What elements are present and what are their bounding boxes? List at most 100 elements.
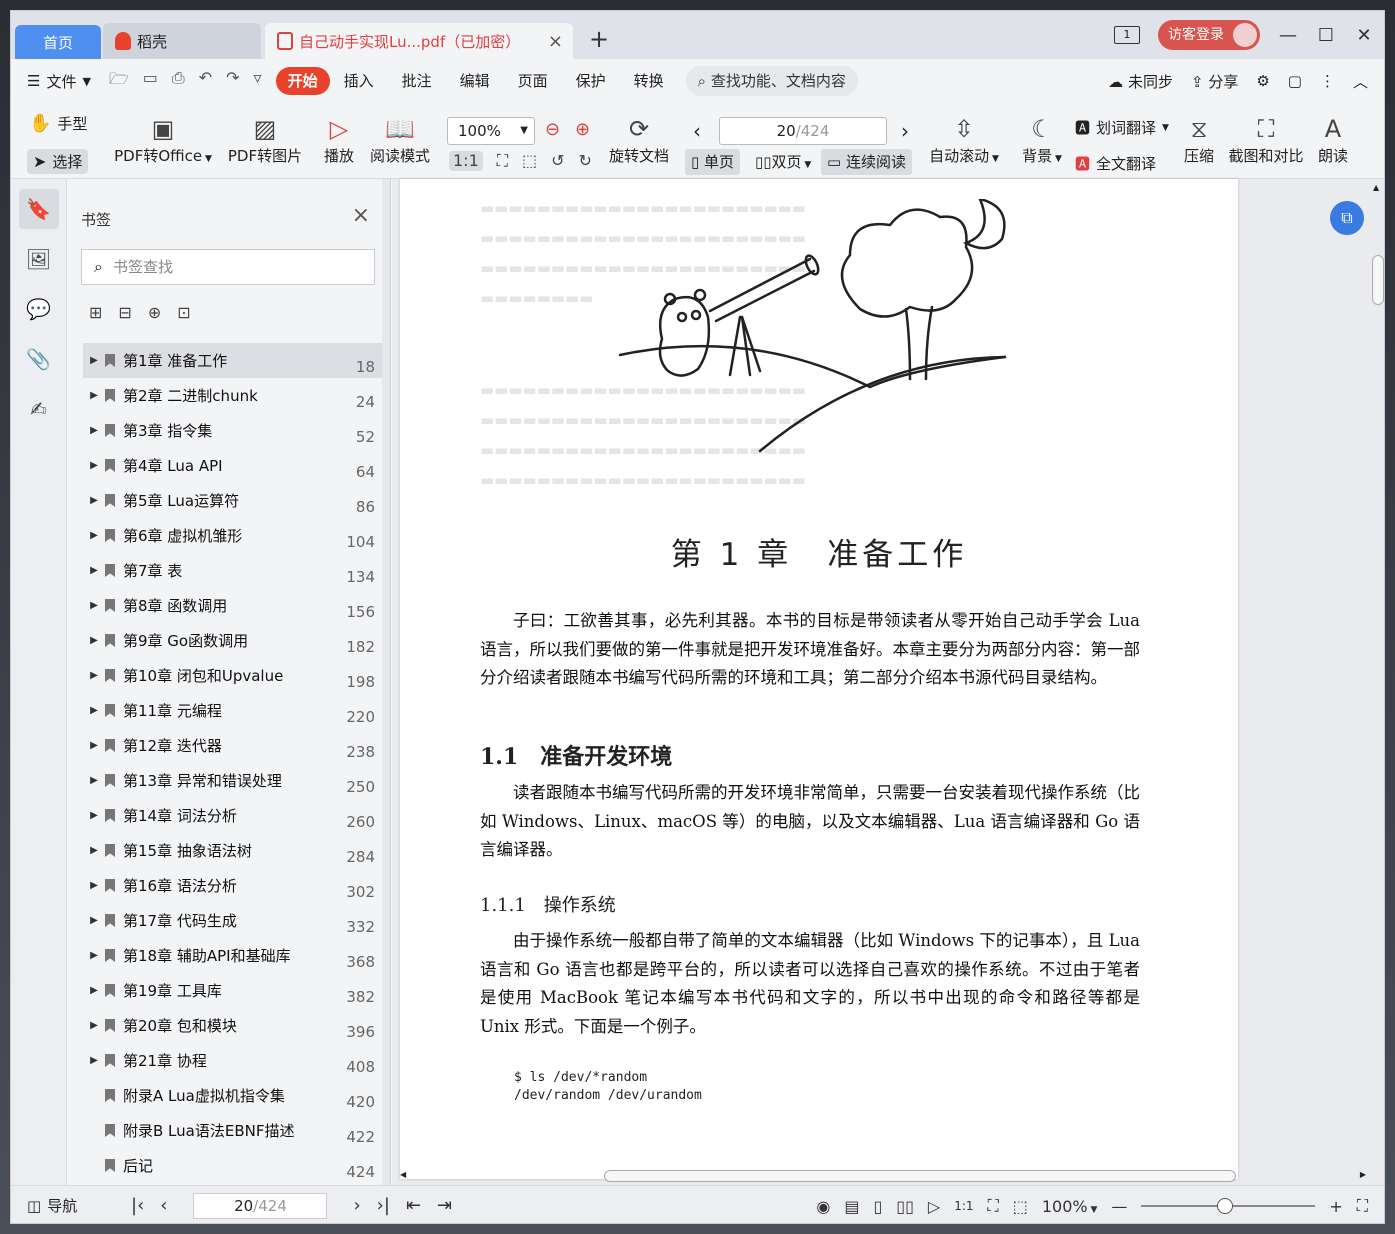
prev-page-icon[interactable]: ‹ (693, 119, 701, 143)
zoom-slider-knob[interactable] (1217, 1198, 1234, 1214)
last-page-icon[interactable]: ›| (377, 1195, 390, 1216)
bookmark-item[interactable]: ▶ 第10章 闭包和Upvalue 198 (83, 658, 383, 693)
expand-arrow-icon[interactable]: ▶ (87, 845, 101, 856)
continuous-view-icon[interactable]: ▤ (844, 1197, 859, 1216)
comment-icon[interactable]: ▢ (1288, 72, 1302, 90)
rotate-left-icon[interactable]: ↺ (551, 151, 564, 171)
sync-status[interactable]: ☁ 未同步 (1108, 71, 1173, 92)
expand-arrow-icon[interactable]: ▶ (87, 740, 101, 751)
bookmark-item[interactable]: 后记 424 (83, 1148, 383, 1183)
more-icon[interactable]: ⋮ (1320, 72, 1335, 90)
zoom-select[interactable]: 100% ▼ (447, 117, 535, 145)
bookmark-item[interactable]: ▶ 第13章 异常和错误处理 250 (83, 763, 383, 798)
bookmark-item[interactable]: 附录B Lua语法EBNF描述 422 (83, 1113, 383, 1148)
expand-arrow-icon[interactable]: ▶ (87, 460, 101, 471)
expand-all-icon[interactable]: ⊞ (89, 303, 102, 322)
single-page-button[interactable]: ▯ 单页 (685, 149, 741, 175)
read-aloud-button[interactable]: A 朗读 (1313, 113, 1353, 166)
settings-icon[interactable]: ⚙ (1256, 72, 1269, 90)
expand-arrow-icon[interactable]: ▶ (87, 670, 101, 681)
save-icon[interactable]: ▭ (143, 68, 158, 95)
expand-arrow-icon[interactable]: ▶ (87, 1055, 101, 1066)
bookmark-item[interactable]: ▶ 第19章 工具库 382 (83, 973, 383, 1008)
comment-panel-icon[interactable]: 💬 (19, 289, 59, 329)
expand-arrow-icon[interactable]: ▶ (87, 495, 101, 506)
full-translate-button[interactable]: 🅰 全文翻译 (1075, 153, 1156, 174)
auto-scroll-button[interactable]: ⇳ 自动滚动 ▼ (927, 113, 1001, 166)
expand-arrow-icon[interactable]: ▶ (87, 565, 101, 576)
redo-icon[interactable]: ↷ (226, 68, 239, 95)
next-page-icon[interactable]: › (901, 119, 909, 143)
bookmark-item[interactable]: ▶ 第20章 包和模块 396 (83, 1008, 383, 1043)
pdf-to-office-button[interactable]: ▣ PDF转Office ▼ (113, 113, 213, 166)
close-window-button[interactable]: ✕ (1354, 25, 1374, 46)
menu-page[interactable]: 页面 (504, 67, 562, 95)
scroll-right-icon[interactable]: ▶ (1360, 1170, 1366, 1179)
prev-page-icon[interactable]: ‹ (160, 1195, 167, 1216)
screenshot-compare-button[interactable]: ⛶ 截图和对比 (1225, 113, 1307, 166)
bookmark-item[interactable]: ▶ 第21章 协程 408 (83, 1043, 383, 1078)
tab-home[interactable]: 首页 (15, 25, 101, 59)
bookmark-item[interactable]: ▶ 第5章 Lua运算符 86 (83, 483, 383, 518)
fit-page-icon[interactable]: ⛶ (497, 151, 508, 171)
menu-protect[interactable]: 保护 (562, 67, 620, 95)
tab-document[interactable]: 自己动手实现Lu...pdf（已加密） × (265, 23, 573, 59)
play-icon[interactable]: ▷ (928, 1197, 940, 1216)
expand-arrow-icon[interactable]: ▶ (87, 880, 101, 891)
menu-insert[interactable]: 插入 (330, 67, 388, 95)
bookmark-item[interactable]: ▶ 第14章 词法分析 260 (83, 798, 383, 833)
maximize-button[interactable]: ☐ (1316, 25, 1336, 46)
tab-close-icon[interactable]: × (548, 31, 563, 52)
share-button[interactable]: ⇪ 分享 (1191, 71, 1238, 92)
horizontal-scroll-thumb[interactable] (604, 1170, 1236, 1182)
expand-arrow-icon[interactable]: ▶ (87, 775, 101, 786)
select-tool[interactable]: ➤ 选择 (27, 149, 89, 174)
status-zoom-select[interactable]: 100% ▼ (1042, 1197, 1098, 1216)
attachment-panel-icon[interactable]: 📎 (19, 339, 59, 379)
new-tab-button[interactable]: + (589, 25, 609, 53)
single-view-icon[interactable]: ▯ (873, 1197, 882, 1216)
actual-size-icon[interactable]: 1:1 (449, 151, 483, 171)
fit-width-icon[interactable]: ⬚ (522, 151, 537, 171)
play-button[interactable]: ▷ 播放 (317, 113, 361, 166)
bookmark-item[interactable]: ▶ 第1章 准备工作 18 (83, 343, 383, 378)
minimize-button[interactable]: — (1278, 25, 1298, 46)
next-page-icon[interactable]: › (353, 1195, 360, 1216)
undo-icon[interactable]: ↶ (199, 68, 212, 95)
zoom-in-icon[interactable]: + (1329, 1197, 1342, 1216)
bookmark-icon[interactable]: ⊡ (177, 303, 190, 322)
rotate-right-icon[interactable]: ↻ (578, 151, 591, 171)
more-quick-icon[interactable]: ▿ (254, 68, 262, 95)
print-icon[interactable]: ⎙ (172, 68, 185, 95)
bookmark-item[interactable]: ▶ 第3章 指令集 52 (83, 413, 383, 448)
expand-arrow-icon[interactable]: ▶ (87, 530, 101, 541)
menu-edit[interactable]: 编辑 (446, 67, 504, 95)
scroll-up-icon[interactable]: ▲ (1373, 183, 1379, 192)
double-page-button[interactable]: ▯▯双页 ▼ (749, 149, 817, 175)
bookmark-item[interactable]: ▶ 第17章 代码生成 332 (83, 903, 383, 938)
bookmark-item[interactable]: ▶ 第2章 二进制chunk 24 (83, 378, 383, 413)
thumbnail-panel-icon[interactable]: 🖼 (19, 239, 59, 279)
tab-daoke[interactable]: 稻壳 (103, 23, 261, 59)
fit-page-icon[interactable]: ⛶ (988, 1196, 999, 1216)
bookmark-item[interactable]: ▶ 第15章 抽象语法树 284 (83, 833, 383, 868)
bookmark-panel-icon[interactable]: 🔖 (18, 189, 59, 229)
panel-scrollbar[interactable] (382, 179, 390, 1185)
navigation-toggle[interactable]: ◫ 导航 (11, 1195, 121, 1216)
floating-tool-icon[interactable]: ⧉ (1330, 201, 1364, 235)
bookmark-item[interactable]: ▶ 第9章 Go函数调用 182 (83, 623, 383, 658)
first-page-icon[interactable]: |‹ (131, 1195, 144, 1216)
bookmark-item[interactable]: ▶ 第7章 表 134 (83, 553, 383, 588)
page-number-input[interactable]: 20/424 (719, 117, 887, 145)
bookmark-item[interactable]: 附录A Lua虚拟机指令集 420 (83, 1078, 383, 1113)
fullscreen-icon[interactable]: ⛶ (1357, 1196, 1368, 1216)
word-translate-button[interactable]: 🅰 划词翻译 ▼ (1075, 117, 1169, 138)
bookmark-item[interactable]: ▶ 第18章 辅助API和基础库 368 (83, 938, 383, 973)
menu-start[interactable]: 开始 (275, 67, 330, 95)
guest-login-button[interactable]: 访客登录 (1158, 20, 1260, 50)
expand-arrow-icon[interactable]: ▶ (87, 950, 101, 961)
menu-convert[interactable]: 转换 (620, 67, 678, 95)
forward-icon[interactable]: ⇥ (437, 1195, 452, 1216)
expand-arrow-icon[interactable]: ▶ (87, 915, 101, 926)
double-view-icon[interactable]: ▯▯ (896, 1197, 914, 1216)
